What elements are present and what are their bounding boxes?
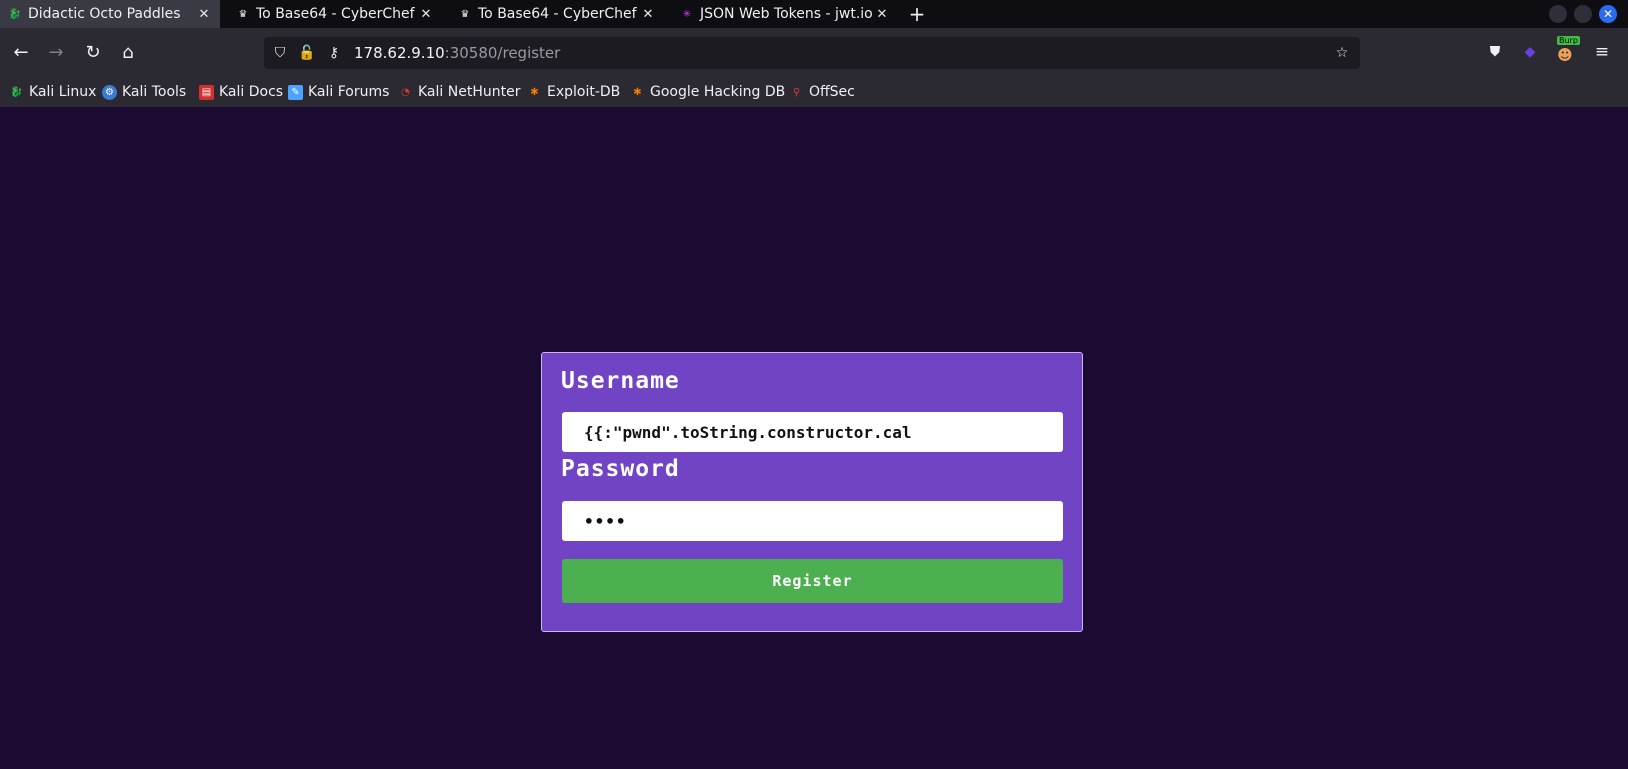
bookmark-label: Kali Tools — [122, 84, 187, 100]
bookmark-exploit-db[interactable]: ✱ Exploit-DB — [527, 81, 620, 103]
burp-badge: Burp — [1557, 36, 1580, 45]
nethunter-icon: ◔ — [401, 86, 410, 98]
kali-dragon-icon: 🐉 — [8, 8, 22, 20]
bookmark-label: Kali Linux — [29, 84, 97, 100]
password-field[interactable]: •••• — [562, 501, 1063, 541]
kali-dragon-icon: 🐉 — [10, 86, 23, 98]
tab-title: JSON Web Tokens - jwt.io — [700, 6, 873, 22]
home-button[interactable]: ⌂ — [113, 37, 143, 67]
bookmark-kali-forums[interactable]: ✎ Kali Forums — [288, 81, 389, 103]
extension-icon[interactable]: ◆ — [1518, 40, 1542, 64]
username-label: Username — [561, 368, 680, 394]
url-text[interactable]: 178.62.9.10:30580/register — [354, 44, 560, 62]
maximize-window-button[interactable] — [1574, 5, 1592, 23]
bookmark-offsec[interactable]: ⚲ OffSec — [789, 81, 855, 103]
navigation-toolbar: ← → ↻ ⌂ ⛉ 🔓 ⚷ 178.62.9.10:30580/register… — [0, 28, 1628, 82]
burp-extension-icon[interactable]: Burp ☻ — [1553, 36, 1580, 64]
close-tab-icon[interactable]: ✕ — [416, 4, 436, 24]
bookmark-label: Google Hacking DB — [650, 84, 786, 100]
close-tab-icon[interactable]: ✕ — [872, 4, 892, 24]
url-path: :30580/register — [444, 44, 561, 62]
minimize-window-button[interactable] — [1549, 5, 1567, 23]
kali-docs-icon: ▤ — [199, 84, 214, 100]
kali-forums-icon: ✎ — [288, 84, 303, 100]
exploit-db-icon: ✱ — [530, 86, 539, 98]
bookmark-kali-nethunter[interactable]: ◔ Kali NetHunter — [398, 81, 520, 103]
password-label: Password — [561, 456, 680, 482]
bookmark-label: OffSec — [809, 84, 855, 100]
pocket-icon[interactable]: ⛊ — [1483, 40, 1507, 64]
back-button[interactable]: ← — [6, 37, 36, 67]
register-form: Username {{:"pwnd".toString.constructor.… — [541, 352, 1083, 632]
forward-button[interactable]: → — [41, 37, 71, 67]
kali-tools-icon: ⚙ — [102, 84, 117, 100]
bookmark-kali-tools[interactable]: ⚙ Kali Tools — [102, 81, 186, 103]
bookmark-label: Kali NetHunter — [418, 84, 521, 100]
tab-strip: 🐉 Didactic Octo Paddles ✕ ♛ To Base64 - … — [0, 0, 1628, 28]
bookmark-kali-linux[interactable]: 🐉 Kali Linux — [9, 81, 96, 103]
register-button[interactable]: Register — [562, 559, 1063, 603]
bookmark-kali-docs[interactable]: ▤ Kali Docs — [199, 81, 283, 103]
chef-hat-icon: ♛ — [460, 8, 470, 20]
bookmark-label: Exploit-DB — [547, 84, 621, 100]
bookmarks-toolbar: 🐉 Kali Linux ⚙ Kali Tools ▤ Kali Docs ✎ … — [0, 77, 1628, 107]
close-tab-icon[interactable]: ✕ — [638, 4, 658, 24]
tab-didactic-octo-paddles[interactable]: 🐉 Didactic Octo Paddles ✕ — [0, 0, 220, 28]
bookmark-star-icon[interactable]: ☆ — [1332, 43, 1352, 63]
avatar: ☻ — [1557, 46, 1573, 64]
offsec-icon: ⚲ — [792, 86, 801, 98]
tab-title: Didactic Octo Paddles — [28, 6, 181, 22]
tab-title: To Base64 - CyberChef — [478, 6, 637, 22]
bookmark-label: Kali Forums — [308, 84, 390, 100]
bookmark-label: Kali Docs — [219, 84, 284, 100]
close-tab-icon[interactable]: ✕ — [194, 4, 214, 24]
insecure-lock-icon[interactable]: 🔓 — [297, 43, 317, 63]
shield-icon[interactable]: ⛉ — [270, 43, 290, 63]
ghdb-icon: ✱ — [633, 86, 642, 98]
tab-cyberchef-1[interactable]: ♛ To Base64 - CyberChef ✕ — [228, 0, 442, 28]
address-bar[interactable]: ⛉ 🔓 ⚷ 178.62.9.10:30580/register ☆ — [264, 37, 1360, 69]
reload-button[interactable]: ↻ — [78, 37, 108, 67]
menu-icon[interactable]: ≡ — [1590, 40, 1614, 64]
close-window-button[interactable]: ✕ — [1599, 5, 1617, 23]
tab-title: To Base64 - CyberChef — [256, 6, 415, 22]
username-field[interactable]: {{:"pwnd".toString.constructor.cal — [562, 412, 1063, 452]
new-tab-button[interactable]: + — [905, 2, 929, 26]
tab-jwt-io[interactable]: ✳ JSON Web Tokens - jwt.io ✕ — [672, 0, 892, 28]
key-icon[interactable]: ⚷ — [324, 43, 344, 63]
jwt-logo-icon: ✳ — [682, 8, 692, 20]
url-host: 178.62.9.10 — [354, 44, 445, 62]
chef-hat-icon: ♛ — [238, 8, 248, 20]
bookmark-google-hacking-db[interactable]: ✱ Google Hacking DB — [630, 81, 785, 103]
tab-cyberchef-2[interactable]: ♛ To Base64 - CyberChef ✕ — [450, 0, 664, 28]
